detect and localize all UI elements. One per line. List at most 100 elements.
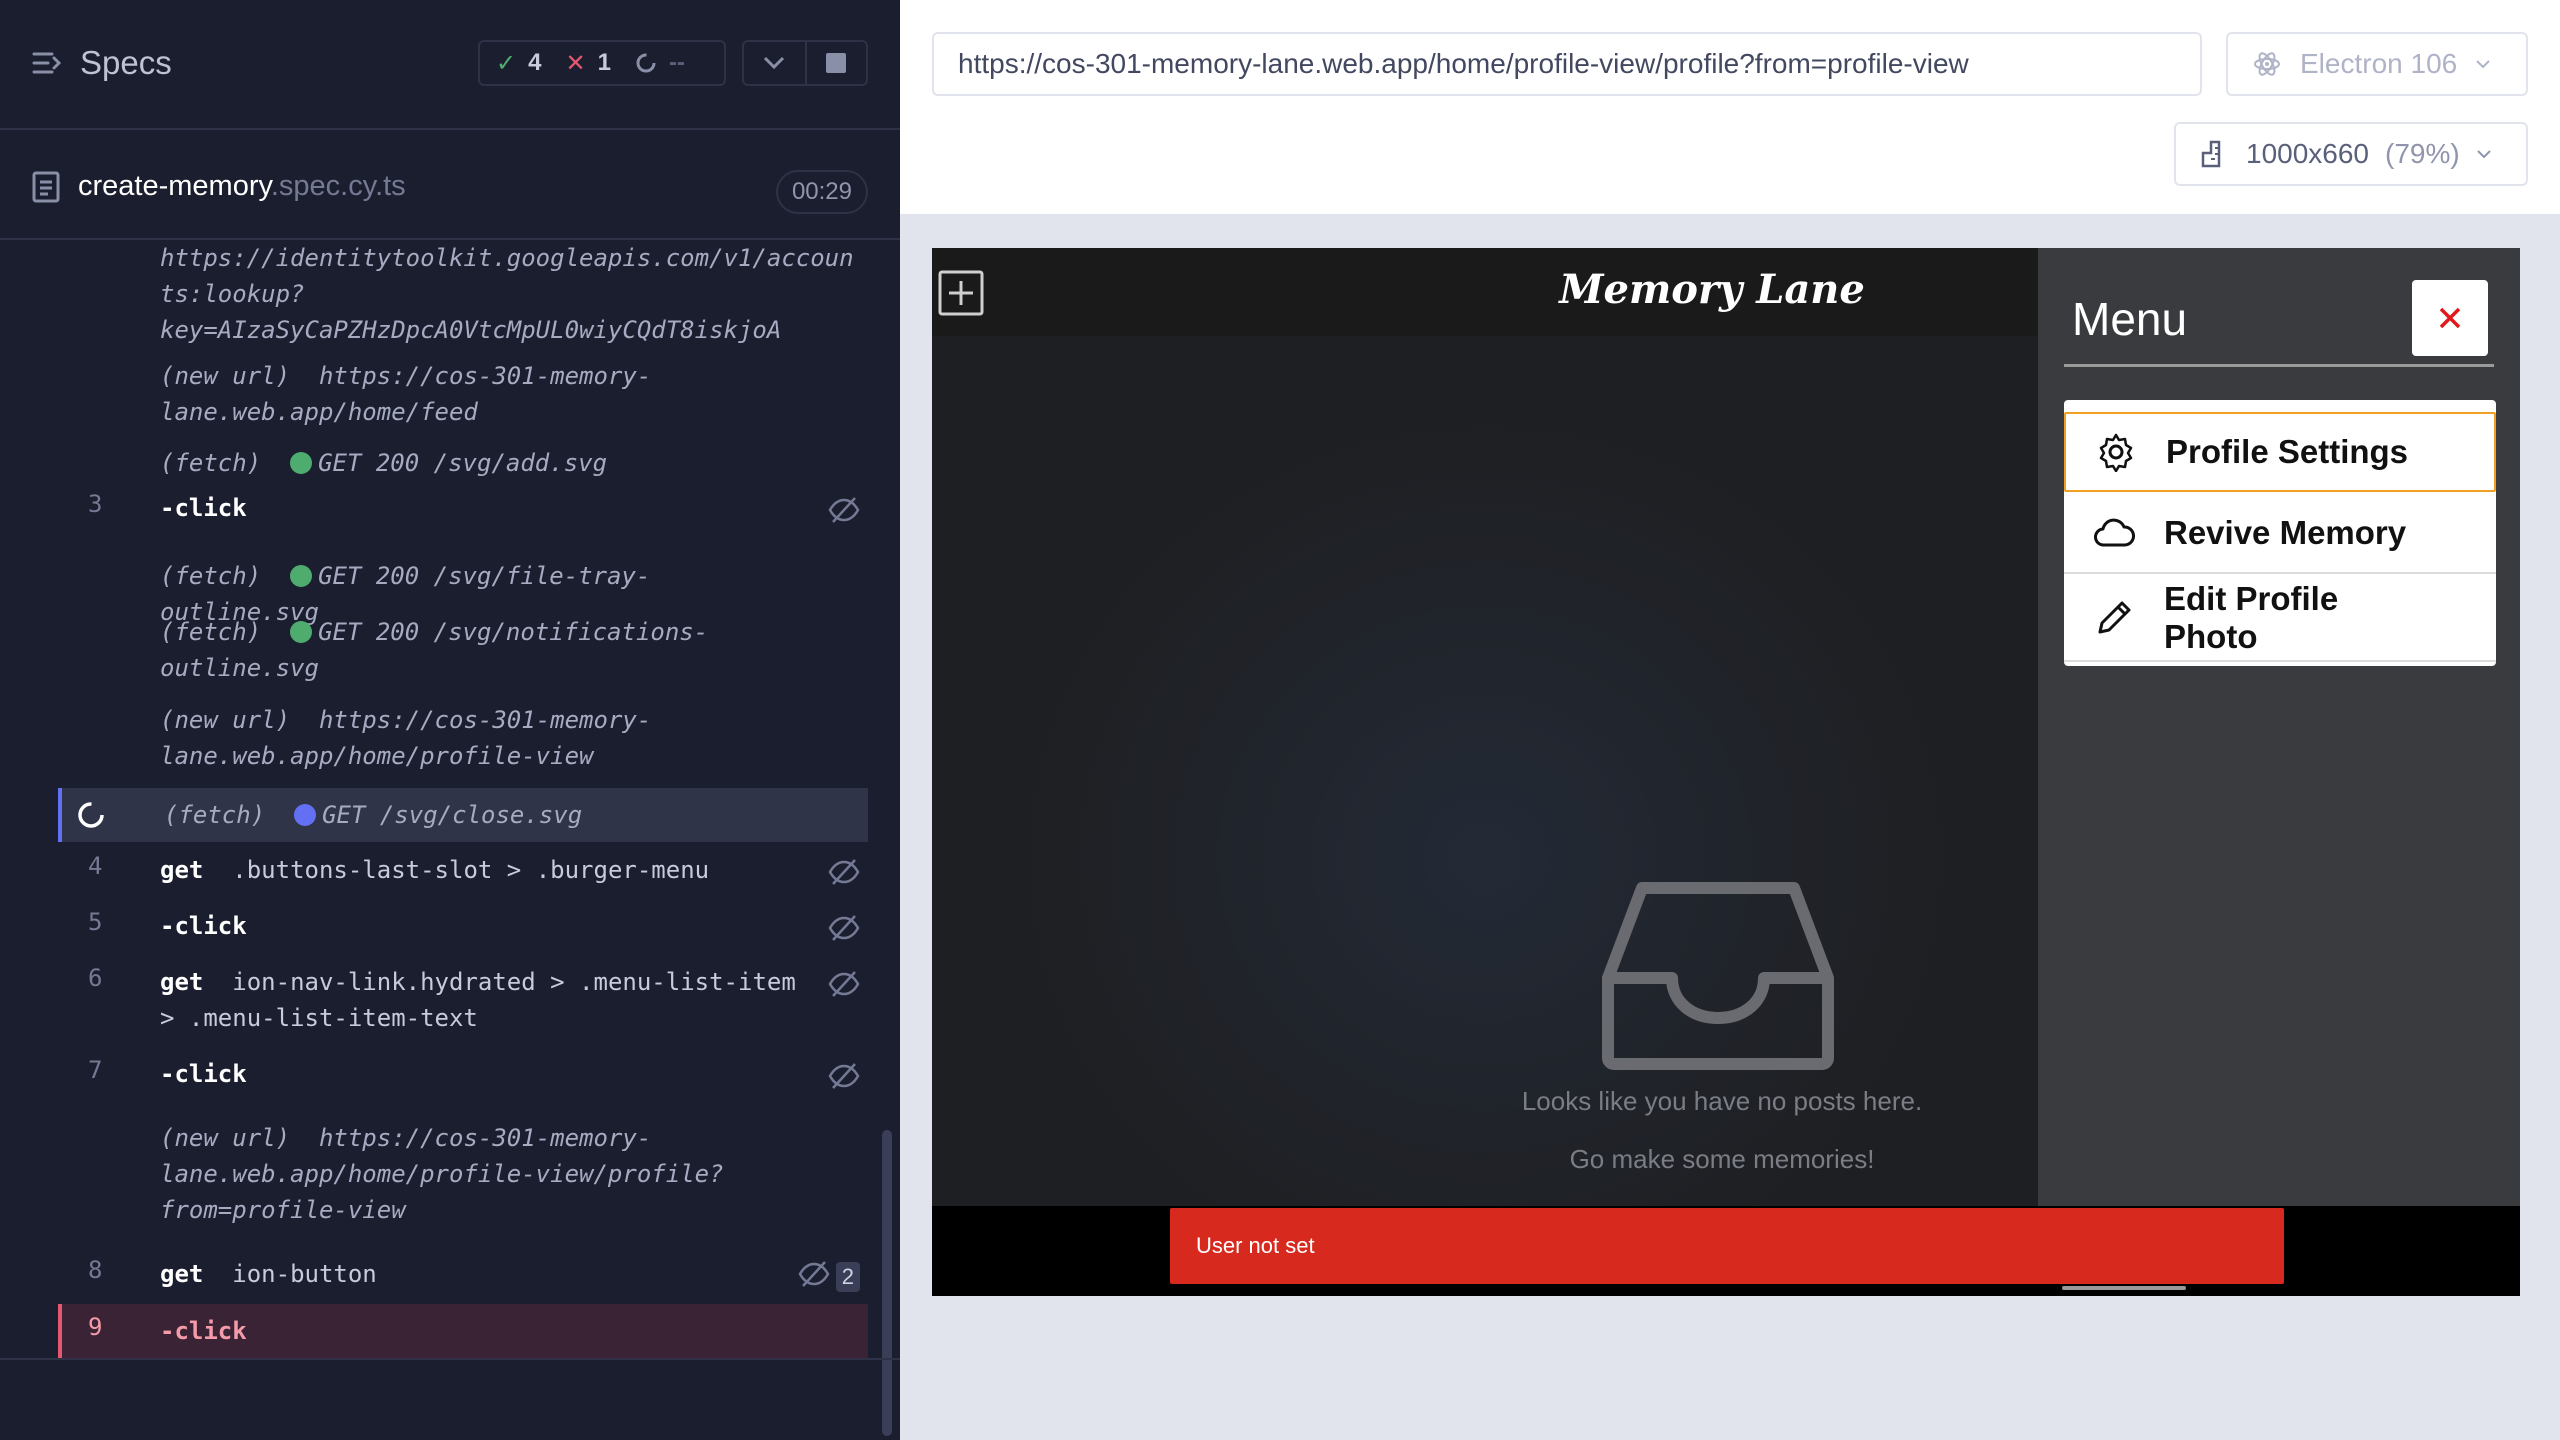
command-row[interactable]: 4 get .buttons-last-slot > .burger-menu: [58, 844, 868, 898]
pencil-icon: [2098, 601, 2131, 634]
ruler-icon: [2201, 140, 2221, 168]
chevron-down-icon: [764, 56, 785, 70]
browser-name: Electron 106: [2300, 48, 2458, 79]
command-row[interactable]: (fetch) GET 200 /svg/add.svg: [58, 445, 868, 481]
file-tray-icon: [1602, 882, 1834, 1070]
command-row-active[interactable]: (fetch) GET /svg/close.svg: [58, 788, 868, 842]
spec-duration: 00:29: [775, 170, 868, 214]
command-message: GET 200 /svg/notifications-: [318, 618, 709, 646]
loading-spinner-icon: [78, 802, 104, 828]
command-url: ts:lookup?: [160, 280, 305, 308]
check-icon: ✓: [496, 49, 517, 77]
command-row[interactable]: 7 -click: [58, 1048, 868, 1102]
command-row[interactable]: 3 -click: [58, 482, 868, 536]
command-row[interactable]: 5 -click: [58, 900, 868, 954]
menu-item-edit-profile-photo[interactable]: Edit Profile Photo: [2064, 576, 2496, 662]
command-message: GET /svg/close.svg: [322, 801, 583, 829]
menu-title: Menu: [2072, 293, 2188, 345]
app-under-test: Memory Lane Looks like you have no posts…: [932, 248, 2520, 1296]
command-selector: ion-nav-link.hydrated > .menu-list-item: [232, 968, 796, 996]
command-row[interactable]: 6 get ion-nav-link.hydrated > .menu-list…: [58, 956, 868, 1042]
command-message: outline.svg: [160, 654, 319, 682]
specs-label: Specs: [80, 44, 172, 81]
menu-item-profile-settings[interactable]: Profile Settings: [2064, 412, 2496, 492]
viewport-zoom: (79%): [2385, 138, 2460, 169]
command-row[interactable]: (new url) https://cos-301-memory- lane.w…: [58, 1120, 868, 1228]
status-dot-icon: [294, 804, 317, 826]
reporter-header: Specs ✓ 4 ✕ 1 --: [0, 0, 900, 130]
command-row[interactable]: (fetch) GET 200 /svg/file-tray-outline.s…: [58, 558, 868, 626]
spec-file-row[interactable]: create-memory.spec.cy.ts 00:29: [0, 150, 900, 240]
viewport-size: 1000x660: [2246, 138, 2370, 169]
command-name: get: [160, 1260, 204, 1288]
command-prefix: (fetch): [160, 562, 262, 590]
menu-item-label: Revive Memory: [2164, 514, 2407, 551]
command-url: from=profile-view: [160, 1196, 406, 1224]
electron-icon: [2254, 52, 2280, 76]
command-number: 8: [88, 1256, 103, 1284]
command-prefix: (fetch): [164, 801, 266, 829]
specs-list-icon: [32, 52, 62, 74]
command-number: 5: [88, 908, 103, 936]
browser-selector[interactable]: Electron 106: [2226, 32, 2528, 96]
menu-item-label: Edit Profile Photo: [2164, 580, 2339, 655]
command-row[interactable]: (fetch) GET 200 /svg/notifications- outl…: [58, 614, 868, 686]
command-selector: > .menu-list-item-text: [160, 1004, 478, 1032]
command-url: lane.web.app/home/profile-view: [160, 742, 594, 770]
command-prefix: (new url): [160, 1124, 291, 1152]
collapse-button[interactable]: [744, 42, 805, 84]
hidden-element-indicator[interactable]: 2: [798, 1260, 860, 1294]
pending-spinner-icon: [636, 53, 656, 73]
spec-file-name: create-memory: [78, 170, 271, 202]
gear-icon: [2099, 433, 2133, 472]
menu-close-button[interactable]: [2412, 280, 2488, 356]
document-icon: [32, 171, 60, 202]
eye-slash-icon[interactable]: [828, 496, 860, 524]
command-name: get: [160, 856, 204, 884]
divider: [2064, 364, 2494, 367]
eye-slash-icon[interactable]: [828, 914, 860, 942]
command-number: 9: [88, 1313, 103, 1341]
eye-slash-icon[interactable]: [828, 858, 860, 886]
command-url: key=AIzaSyCaPZHzDpcA0VtcMpUL0wiyCQdT8isk…: [160, 316, 782, 344]
chevron-down-icon: [2477, 150, 2491, 159]
pending-count: --: [668, 49, 685, 76]
run-controls: [742, 40, 868, 86]
command-name: -click: [160, 494, 247, 522]
viewport-selector[interactable]: 1000x660 (79%): [2174, 122, 2528, 186]
command-url: lane.web.app/home/profile-view/profile?: [160, 1160, 724, 1188]
stop-icon: [826, 53, 847, 73]
command-row-failed[interactable]: 9 -click: [58, 1304, 868, 1358]
command-url: lane.web.app/home/feed: [160, 398, 478, 426]
command-url: https://cos-301-memory-: [318, 362, 652, 390]
chevron-down-icon: [2476, 60, 2490, 69]
home-indicator: [2062, 1286, 2186, 1290]
menu-item-revive-memory[interactable]: Revive Memory: [2064, 494, 2496, 574]
side-menu: Menu Profile Settings Revive Memory Edit…: [2038, 248, 2520, 1206]
command-number: 3: [88, 490, 103, 518]
url-bar[interactable]: https://cos-301-memory-lane.web.app/home…: [932, 32, 2202, 96]
cloud-icon: [2094, 518, 2135, 547]
command-message: GET 200 /svg/add.svg: [318, 449, 608, 477]
eye-slash-icon: [798, 1261, 830, 1287]
command-selector: .buttons-last-slot > .burger-menu: [232, 856, 710, 884]
command-log: https://identitytoolkit.googleapis.com/v…: [58, 240, 868, 1360]
command-url: https://cos-301-memory-: [318, 706, 652, 734]
command-name: -click: [160, 1317, 247, 1345]
eye-slash-icon[interactable]: [828, 970, 860, 998]
command-name: -click: [160, 1060, 247, 1088]
command-prefix: (fetch): [160, 618, 262, 646]
specs-toggle[interactable]: Specs: [32, 44, 172, 82]
command-row[interactable]: https://identitytoolkit.googleapis.com/v…: [58, 240, 868, 344]
command-prefix: (new url): [160, 362, 291, 390]
passed-count: 4: [528, 49, 542, 76]
stop-button[interactable]: [804, 42, 866, 84]
menu-list: Profile Settings Revive Memory Edit Prof…: [2064, 400, 2496, 666]
command-row[interactable]: (new url) https://cos-301-memory- lane.w…: [58, 358, 868, 430]
command-row[interactable]: 8 get ion-button 2: [58, 1248, 868, 1302]
eye-slash-icon[interactable]: [828, 1062, 860, 1090]
element-count-badge: 2: [835, 1262, 860, 1292]
command-log-scrollbar[interactable]: [882, 1130, 892, 1436]
feed-content: [932, 336, 2038, 1206]
command-row[interactable]: (new url) https://cos-301-memory- lane.w…: [58, 702, 868, 774]
